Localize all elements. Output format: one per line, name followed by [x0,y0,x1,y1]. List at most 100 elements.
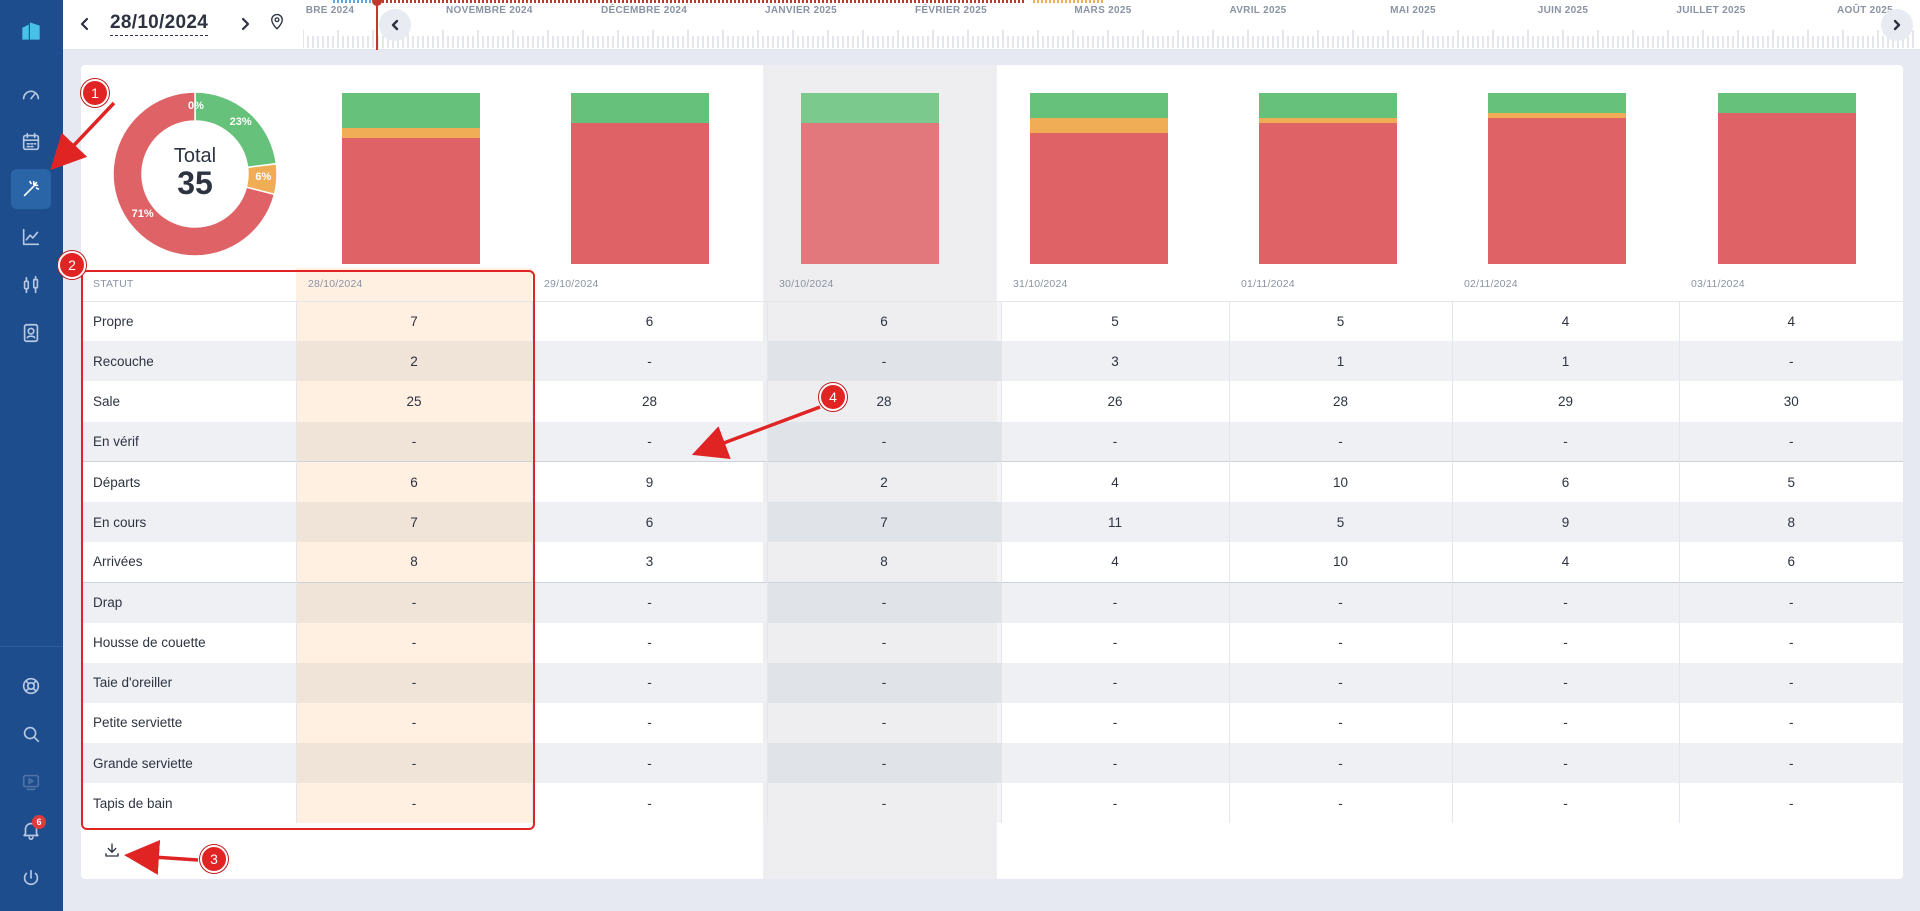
table-cell[interactable]: - [1678,783,1903,824]
table-cell[interactable]: - [531,421,767,462]
table-cell[interactable]: 4 [1000,542,1229,583]
table-cell[interactable]: - [1228,783,1452,824]
table-cell[interactable]: 2 [766,461,1001,502]
day-bar[interactable] [1718,93,1856,264]
table-cell[interactable]: - [1000,622,1229,663]
bell-icon[interactable]: 6 [11,810,51,850]
candlestick-icon[interactable] [11,265,51,305]
timeline-month-label[interactable]: DÉCEMBRE 2024 [601,5,687,16]
table-cell[interactable]: - [1000,783,1229,824]
table-cell[interactable]: 4 [1451,301,1679,342]
table-cell[interactable]: 6 [1451,461,1679,502]
table-cell[interactable]: 6 [1678,542,1903,583]
table-cell[interactable]: - [766,581,1001,623]
table-cell[interactable]: - [1678,421,1903,462]
date-column-header[interactable]: 03/11/2024 [1679,268,1903,302]
day-bar[interactable] [1259,93,1397,264]
table-cell[interactable]: - [1451,622,1679,663]
table-cell[interactable]: - [1000,662,1229,703]
video-icon[interactable] [11,762,51,802]
table-cell[interactable]: - [1451,743,1679,784]
table-cell[interactable]: 8 [766,542,1001,583]
timeline-month-label[interactable]: BRE 2024 [303,5,370,16]
table-cell[interactable]: 6 [766,301,1001,342]
table-cell[interactable]: - [1228,662,1452,703]
magic-wand-icon[interactable] [11,169,51,209]
table-cell[interactable]: 3 [531,542,767,583]
table-cell[interactable]: 5 [1228,301,1452,342]
power-icon[interactable] [11,858,51,898]
current-date[interactable]: 28/10/2024 [110,12,209,36]
timeline-month-label[interactable]: AVRIL 2025 [1218,5,1298,16]
calendar-icon[interactable] [11,122,51,162]
table-cell[interactable]: - [1678,662,1903,703]
table-cell[interactable]: 10 [1228,542,1452,583]
date-column-header[interactable]: 30/10/2024 [767,268,1001,302]
date-column-header[interactable]: 28/10/2024 [296,268,532,302]
table-cell[interactable]: - [766,662,1001,703]
table-cell[interactable]: - [766,783,1001,824]
day-bar[interactable] [801,93,939,264]
table-cell[interactable]: - [1228,421,1452,462]
gauge-icon[interactable] [11,75,51,115]
table-cell[interactable]: - [766,421,1001,462]
table-cell[interactable]: - [1228,622,1452,663]
table-cell[interactable]: 5 [1678,461,1903,502]
table-cell[interactable]: - [531,581,767,623]
table-cell[interactable]: 1 [1451,341,1679,382]
table-cell[interactable]: 29 [1451,381,1679,422]
table-cell[interactable]: 10 [1228,461,1452,502]
day-bar[interactable] [342,93,480,264]
table-cell[interactable]: - [531,662,767,703]
table-cell[interactable]: 26 [1000,381,1229,422]
timeline-month-label[interactable]: MAI 2025 [1373,5,1453,16]
hotel-logo-icon[interactable] [11,11,51,51]
table-cell[interactable]: - [1678,341,1903,382]
table-cell[interactable]: 7 [766,501,1001,543]
search-icon[interactable] [11,714,51,754]
table-cell[interactable]: - [1000,702,1229,744]
table-cell[interactable]: 3 [1000,341,1229,382]
table-cell[interactable]: - [1451,662,1679,703]
timeline[interactable]: BRE 2024 NOVEMBRE 2024 DÉCEMBRE 2024 JANVIE… [303,0,1915,50]
table-cell[interactable]: - [1228,743,1452,784]
table-cell[interactable]: 11 [1000,501,1229,543]
table-cell[interactable]: - [1678,743,1903,784]
table-cell[interactable]: - [766,341,1001,382]
table-cell[interactable]: - [1000,743,1229,784]
table-cell[interactable]: 4 [1000,461,1229,502]
table-cell[interactable]: - [766,743,1001,784]
table-cell[interactable]: - [531,622,767,663]
table-cell[interactable]: 7 [295,301,532,342]
previous-day-button[interactable] [73,12,97,36]
table-cell[interactable]: - [1678,581,1903,623]
timeline-current-marker[interactable] [372,0,382,50]
table-cell[interactable]: - [531,702,767,744]
timeline-next-button[interactable] [1881,9,1913,41]
table-cell[interactable]: - [766,702,1001,744]
next-day-button[interactable] [233,12,257,36]
table-cell[interactable]: - [1678,622,1903,663]
table-cell[interactable]: - [531,783,767,824]
table-cell[interactable]: - [1451,783,1679,824]
date-column-header[interactable]: 01/11/2024 [1229,268,1452,302]
timeline-month-label[interactable]: JUILLET 2025 [1671,5,1751,16]
table-cell[interactable]: - [295,421,532,462]
day-bar[interactable] [1488,93,1626,264]
table-cell[interactable]: 9 [531,461,767,502]
timeline-prev-button[interactable] [379,9,411,41]
table-cell[interactable]: - [295,581,532,623]
table-cell[interactable]: 2 [295,341,532,382]
table-cell[interactable]: - [766,622,1001,663]
table-cell[interactable]: 8 [295,542,532,583]
download-button[interactable] [100,838,124,862]
table-cell[interactable]: 25 [295,381,532,422]
table-cell[interactable]: 7 [295,501,532,543]
table-cell[interactable]: 28 [1228,381,1452,422]
table-cell[interactable]: 5 [1228,501,1452,543]
table-cell[interactable]: 4 [1451,542,1679,583]
table-cell[interactable]: 1 [1228,341,1452,382]
table-cell[interactable]: - [1451,581,1679,623]
timeline-month-label[interactable]: NOVEMBRE 2024 [446,5,532,16]
table-cell[interactable]: - [295,702,532,744]
